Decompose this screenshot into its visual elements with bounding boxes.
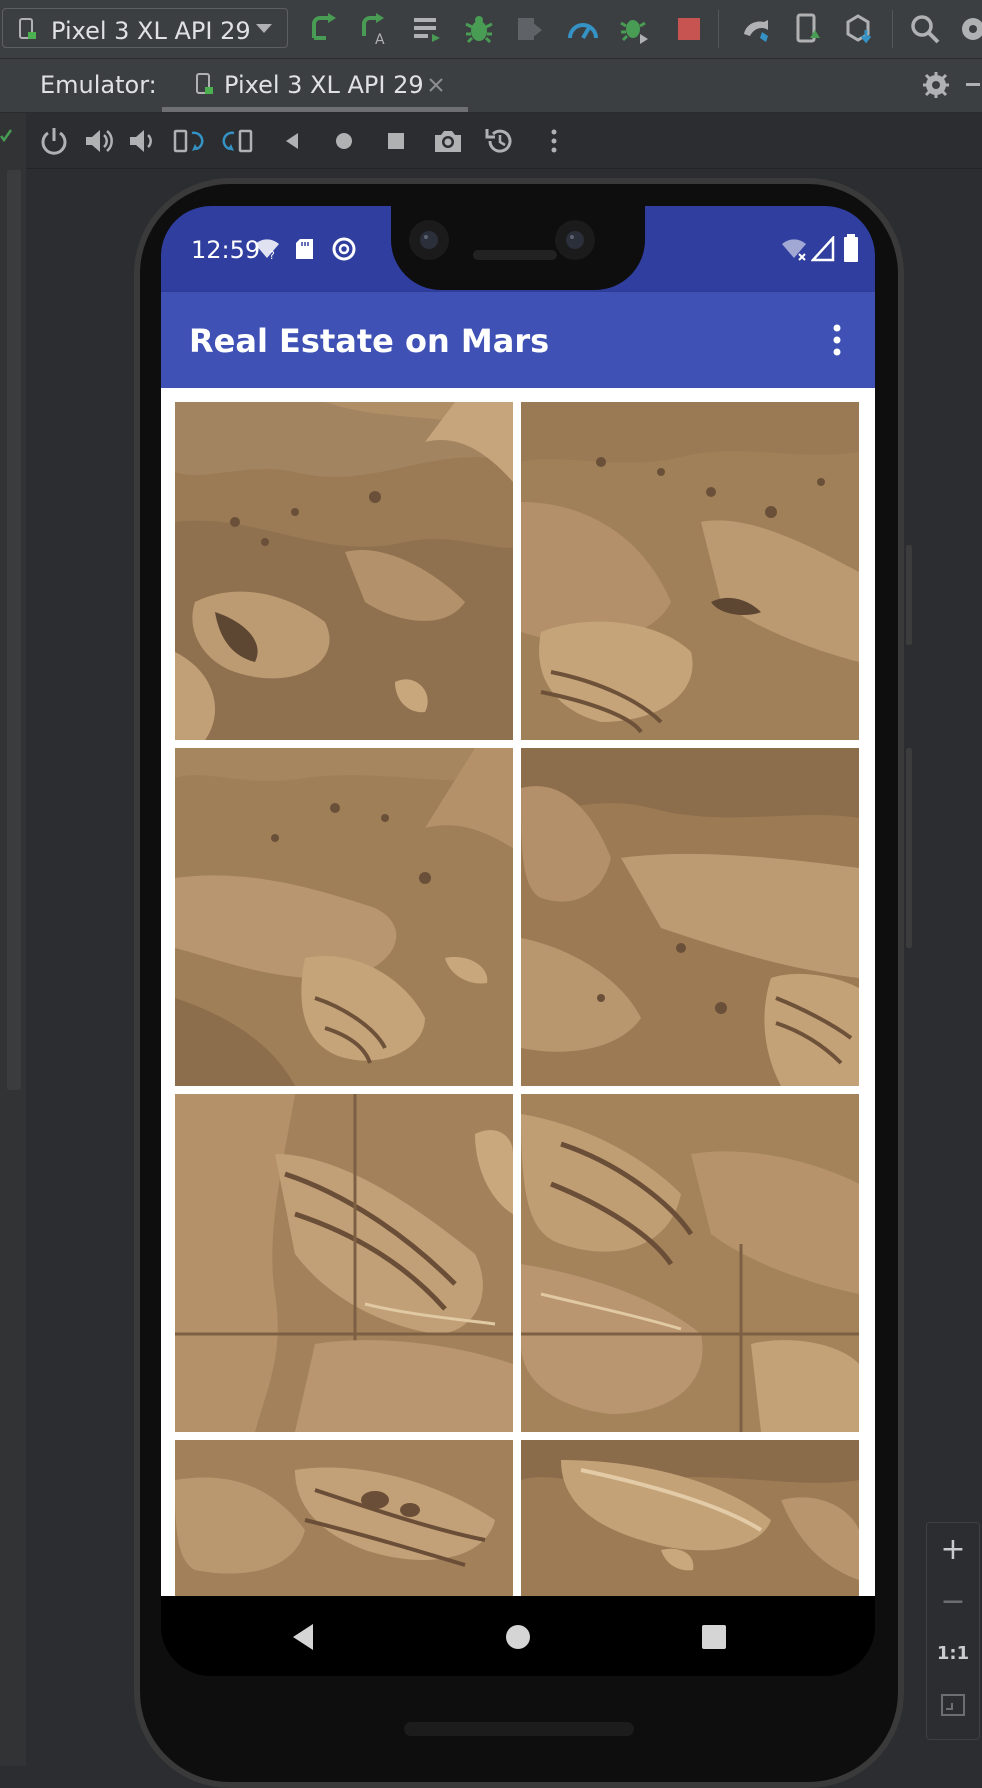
device-phone-icon [196, 73, 213, 94]
device-selector[interactable]: Pixel 3 XL API 29 [2, 8, 288, 48]
front-camera-icon [409, 220, 449, 260]
phone-side-button[interactable] [906, 545, 912, 645]
app-bar: Real Estate on Mars [161, 292, 875, 388]
recents-icon[interactable] [701, 1624, 727, 1650]
back-icon[interactable] [289, 1622, 317, 1652]
wifi-off-icon [782, 239, 806, 261]
mars-photo-8[interactable] [521, 1440, 859, 1596]
zoom-out-label: − [940, 1583, 966, 1619]
navigation-bar [161, 1596, 875, 1676]
actual-size-button[interactable]: 1:1 [927, 1627, 979, 1679]
status-bar: 12:59 ? [161, 206, 875, 292]
earpiece-speaker [473, 250, 557, 260]
overflow-menu-icon[interactable] [825, 322, 849, 358]
power-icon[interactable] [38, 125, 70, 157]
fit-screen-button[interactable] [927, 1679, 979, 1731]
phone-side-button[interactable] [906, 748, 912, 948]
sync-gradle-icon[interactable] [740, 12, 774, 46]
device-screen: 12:59 ? Real Estate on Mars [161, 206, 875, 1676]
profile-icon[interactable] [566, 12, 600, 46]
mars-photo-4[interactable] [521, 748, 859, 1086]
emulator-controls [0, 113, 982, 169]
rerun-icon[interactable] [306, 12, 340, 46]
left-scrollbar[interactable] [7, 170, 21, 1090]
tab-pixel-3-xl[interactable]: Pixel 3 XL API 29 [162, 59, 468, 112]
mars-photo-6[interactable] [521, 1094, 859, 1432]
app-title: Real Estate on Mars [189, 322, 550, 360]
camera-notch [391, 206, 645, 290]
minimize-icon[interactable] [966, 83, 980, 87]
sync-status-icon [332, 237, 356, 261]
back-icon[interactable] [276, 125, 308, 157]
emulator-label: Emulator: [40, 71, 157, 99]
mars-photo-2[interactable] [521, 402, 859, 740]
rotate-right-icon[interactable] [222, 125, 254, 157]
apply-code-changes-icon[interactable]: A [358, 12, 392, 46]
device-phone-icon [19, 18, 36, 39]
status-time: 12:59 [191, 236, 261, 264]
actual-size-label: 1:1 [936, 1642, 970, 1664]
attach-debugger-icon[interactable] [618, 12, 652, 46]
emulator-tab-strip: Emulator: Pixel 3 XL API 29 [0, 59, 982, 113]
fit-screen-icon [941, 1694, 965, 1716]
rotate-left-icon[interactable] [172, 125, 204, 157]
overview-icon[interactable] [380, 125, 412, 157]
close-icon[interactable] [428, 77, 444, 93]
zoom-in-button[interactable]: + [927, 1523, 979, 1575]
sd-card-icon [296, 239, 313, 259]
screenshot-icon[interactable] [432, 125, 464, 157]
volume-down-icon[interactable] [126, 125, 158, 157]
toolbar-separator [718, 10, 719, 48]
cell-signal-icon [811, 236, 835, 262]
zoom-panel: + − 1:1 [926, 1522, 980, 1740]
zoom-in-label: + [940, 1531, 966, 1567]
chevron-down-icon [256, 24, 272, 33]
battery-icon [844, 234, 858, 262]
gear-icon[interactable] [922, 71, 950, 99]
svg-text:A: A [375, 32, 385, 46]
ide-toolbar: Pixel 3 XL API 29 A [0, 0, 982, 59]
home-icon[interactable] [328, 125, 360, 157]
wifi-question-icon: ? [255, 239, 279, 260]
more-icon[interactable] [538, 125, 570, 157]
coverage-icon[interactable] [514, 12, 548, 46]
mars-photo-3[interactable] [175, 748, 513, 1086]
phone-speaker-grille [404, 1722, 634, 1736]
mars-photo-5[interactable] [175, 1094, 513, 1432]
settings-icon[interactable] [956, 12, 982, 46]
tab-label: Pixel 3 XL API 29 [224, 71, 424, 99]
svg-text:?: ? [269, 249, 275, 260]
home-icon[interactable] [505, 1624, 531, 1650]
build-icon[interactable] [410, 12, 444, 46]
mars-photo-7[interactable] [175, 1440, 513, 1596]
debug-icon[interactable] [462, 12, 496, 46]
device-selector-label: Pixel 3 XL API 29 [51, 17, 251, 45]
sdk-manager-icon[interactable] [842, 12, 876, 46]
front-camera-icon [555, 220, 595, 260]
zoom-out-button[interactable]: − [927, 1575, 979, 1627]
volume-up-icon[interactable] [82, 125, 114, 157]
mars-photo-1[interactable] [175, 402, 513, 740]
search-icon[interactable] [908, 12, 942, 46]
tab-active-indicator [162, 107, 468, 112]
checkmark-icon [0, 129, 12, 142]
snapshot-icon[interactable] [484, 125, 516, 157]
stop-icon[interactable] [672, 12, 706, 46]
photo-grid[interactable] [161, 388, 875, 1596]
avd-manager-icon[interactable] [792, 12, 826, 46]
toolbar-separator [892, 10, 893, 48]
